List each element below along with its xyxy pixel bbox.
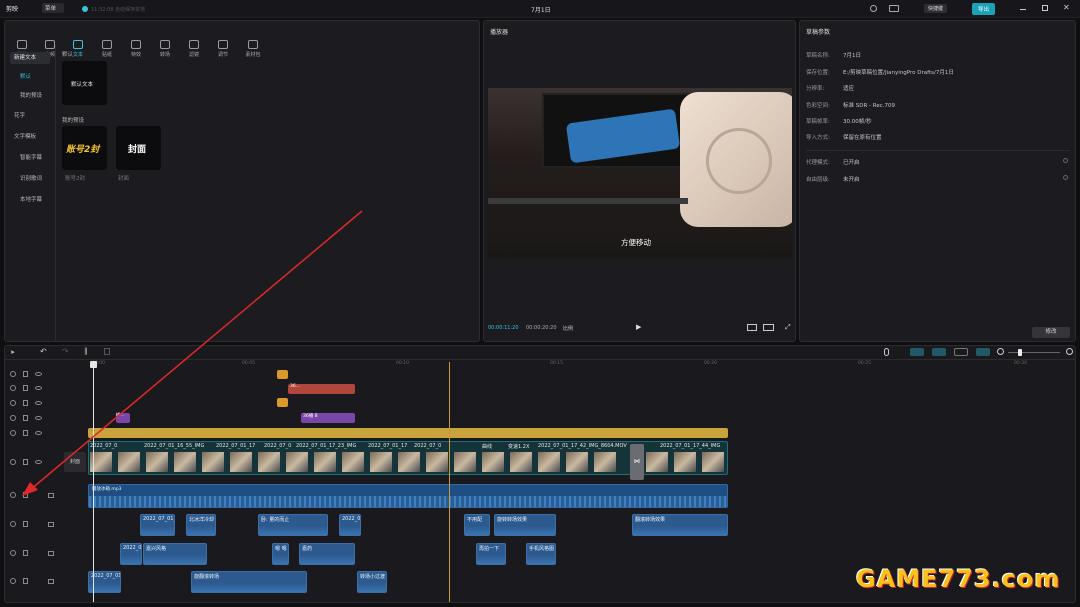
watermark-text: GAME773.com: [856, 565, 1061, 593]
annotation-arrow-head: [22, 482, 38, 496]
annotation-arrow: [22, 210, 363, 496]
annotation-arrow-line: [29, 210, 363, 491]
watermark: GAME773.com: [856, 565, 1061, 593]
